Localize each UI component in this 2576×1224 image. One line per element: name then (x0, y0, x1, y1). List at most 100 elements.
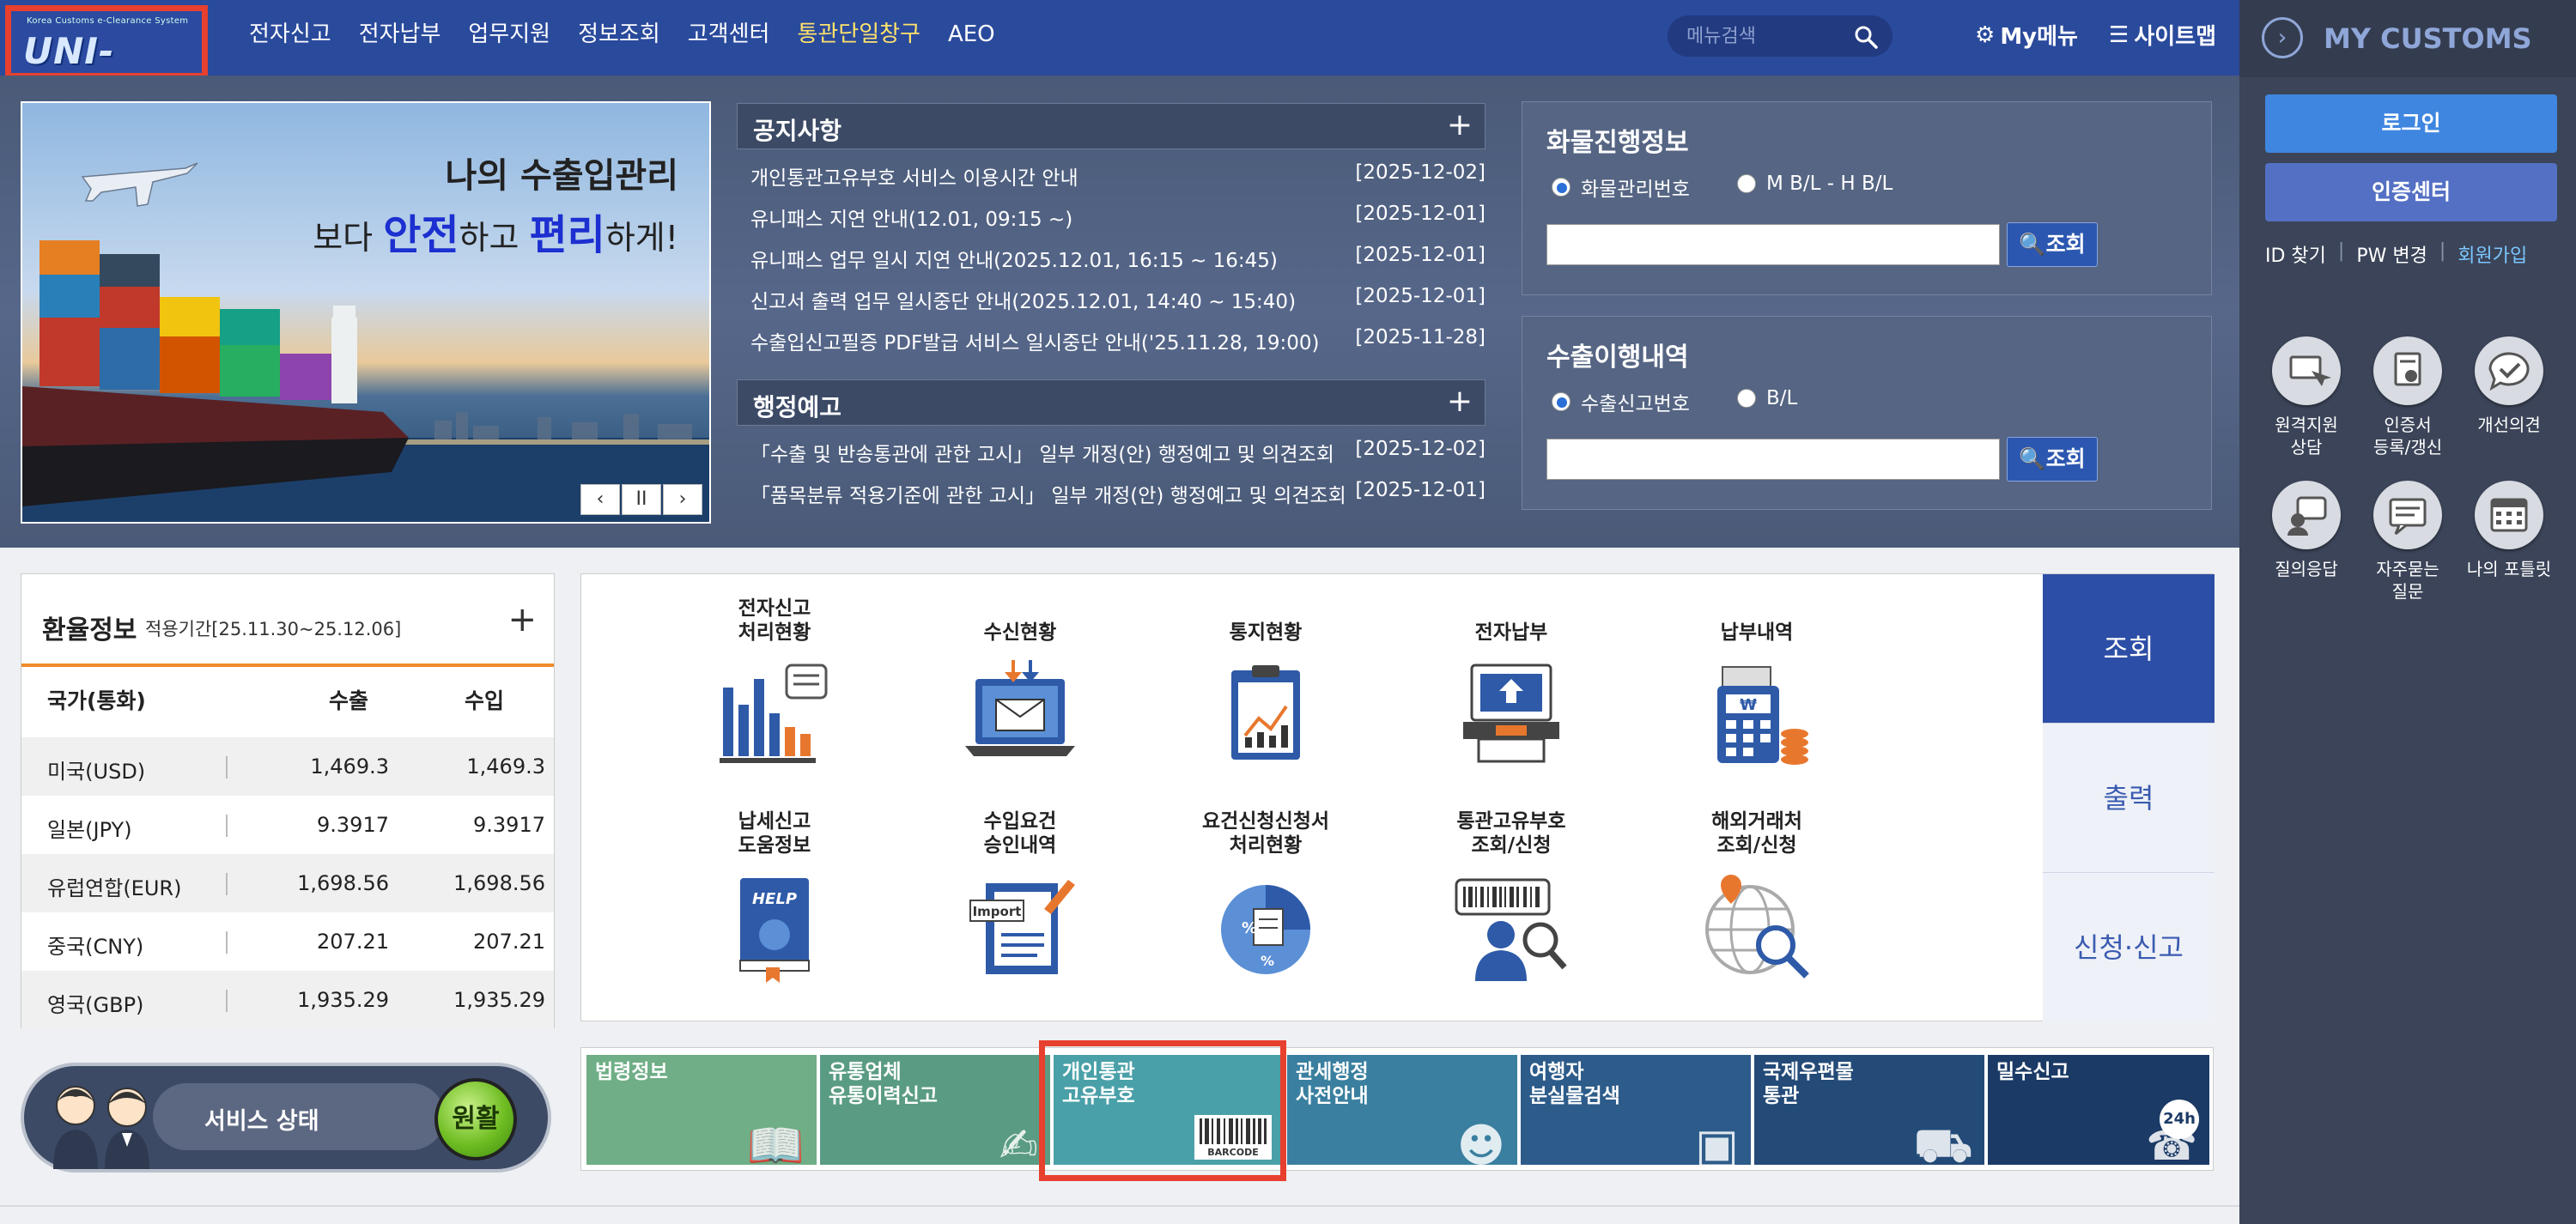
login-button[interactable]: 로그인 (2265, 94, 2557, 153)
tile-customs-guidance[interactable]: 관세행정 사전안내 ☻ (1287, 1055, 1517, 1169)
notice-item[interactable]: 유니패스 업무 일시 지연 안내(2025.12.01, 16:15 ~ 16:… (750, 244, 1485, 273)
nav-item-aeo[interactable]: AEO (948, 17, 995, 52)
tile-law-info[interactable]: 법령정보 📖 (586, 1055, 817, 1169)
notice-title: 공지사항 (753, 117, 842, 145)
service-tiles: 법령정보 📖 유통업체 유통이력신고 ✍ 개인통관 고유부호 BARCODE 관세행… (580, 1047, 2214, 1171)
quick-item-import-approval[interactable]: 수입요건 승인내역 Import (921, 806, 1119, 986)
notice-text[interactable]: 유니패스 업무 일시 지연 안내(2025.12.01, 16:15 ~ 16:… (750, 250, 1278, 272)
import-text: Import (973, 904, 1022, 919)
nav-item-e-declaration[interactable]: 전자신고 (249, 17, 331, 52)
qna-icon (2272, 481, 2341, 549)
tile-intl-mail[interactable]: 국제우편물 통관 ⛟ (1754, 1055, 1984, 1169)
tile-label: 밀수신고 (1996, 1061, 2069, 1083)
admin-notice-text[interactable]: 「품목분류 적용기준에 관한 고시」 일부 개정(안) 행정예고 및 의견조회 (750, 485, 1346, 507)
exchange-more-button[interactable]: + (507, 600, 537, 639)
cargo-tracking-box: 화물진행정보 화물관리번호 M B/L - H B/L 🔍조회 (1522, 101, 2212, 295)
export-radio-decl-no[interactable]: 수출신고번호 (1552, 387, 1690, 416)
link-divider: | (2439, 240, 2446, 262)
quick-item-payment-history[interactable]: 납부내역 ₩ (1658, 593, 1856, 773)
tile-smuggling-report[interactable]: 밀수신고 ☎ 24h (1988, 1055, 2209, 1166)
divider (226, 756, 228, 779)
export-radio-label: 수출신고번호 (1581, 393, 1690, 415)
faq-item[interactable]: 자주묻는 질문 (2356, 481, 2459, 603)
admin-notice-text[interactable]: 「수출 및 반송통관에 관한 고시」 일부 개정(안) 행정예고 및 의견조회 (750, 444, 1334, 466)
sitemap-button[interactable]: ☰ 사이트맵 (2109, 19, 2216, 51)
my-portlet-item[interactable]: 나의 포틀릿 (2458, 481, 2561, 580)
main-banner[interactable]: 나의 수출입관리 보다 안전하고 편리하게! ‹ II › (21, 101, 711, 524)
notice-text[interactable]: 개인통관고유부호 서비스 이용시간 안내 (750, 167, 1078, 190)
search-icon[interactable] (1853, 24, 1879, 50)
quick-item-label: 통관고유부호 조회/신청 (1456, 810, 1566, 857)
banner-headline: 나의 수출입관리 (445, 156, 678, 196)
quick-item-label: 수입요건 승인내역 (983, 810, 1057, 857)
feedback-item[interactable]: 개선의견 (2458, 336, 2561, 436)
quick-item-tax-guide[interactable]: 납세신고 도움정보 HELP (676, 806, 873, 986)
tab-inquiry[interactable]: 조회 (2043, 574, 2215, 724)
cert-center-button[interactable]: 인증센터 (2265, 163, 2557, 221)
service-status-label: 서비스 상태 (204, 1108, 319, 1135)
export-search-button[interactable]: 🔍조회 (2007, 437, 2098, 482)
my-menu-button[interactable]: ⚙ My메뉴 (1975, 19, 2078, 51)
notice-text[interactable]: 신고서 출력 업무 일시중단 안내(2025.12.01, 14:40 ~ 15… (750, 291, 1296, 313)
quick-item-received-status[interactable]: 수신현황 (921, 593, 1119, 773)
calculator-icon (2475, 481, 2543, 549)
notice-more-button[interactable]: + (1447, 107, 1473, 142)
join-link[interactable]: 회원가입 (2458, 240, 2527, 268)
find-id-link[interactable]: ID 찾기 (2265, 240, 2326, 268)
menu-search-input[interactable] (1686, 22, 1850, 50)
nav-item-e-payment[interactable]: 전자납부 (359, 17, 441, 52)
banner-next-button[interactable]: › (663, 484, 702, 515)
remote-support-item[interactable]: 원격지원 상담 (2255, 336, 2358, 458)
percent-text: % (1242, 919, 1257, 937)
quick-menu-panel: 전자신고 처리현황 수신현황 통지현황 전자납부 납부내역 ₩ 납세신고 도움정… (580, 573, 2215, 1022)
quick-item-label: 전자납부 (1474, 621, 1548, 644)
notice-item[interactable]: 개인통관고유부호 서비스 이용시간 안내 [2025-12-02] (750, 161, 1485, 191)
nav-item-business-support[interactable]: 업무지원 (468, 17, 550, 52)
quick-item-customs-code[interactable]: 통관고유부호 조회/신청 (1413, 806, 1610, 986)
help-text: HELP (752, 890, 797, 908)
tile-label: 관세행정 사전안내 (1296, 1061, 1369, 1107)
admin-notice-header: 행정예고 + (737, 379, 1485, 426)
quick-item-notice-status[interactable]: 통지현황 (1167, 593, 1364, 773)
tile-lost-item-search[interactable]: 여행자 분실물검색 ▣ (1521, 1055, 1751, 1169)
cargo-radio-bl[interactable]: M B/L - H B/L (1737, 173, 1893, 195)
quick-item-e-payment[interactable]: 전자납부 (1413, 593, 1610, 773)
nav-item-customer-center[interactable]: 고객센터 (688, 17, 770, 52)
notice-item[interactable]: 신고서 출력 업무 일시중단 안내(2025.12.01, 14:40 ~ 15… (750, 285, 1485, 314)
notice-text[interactable]: 수출입신고필증 PDF발급 서비스 일시중단 안내('25.11.28, 19:… (750, 332, 1320, 354)
quick-item-label: 수신현황 (983, 621, 1057, 644)
tab-print[interactable]: 출력 (2043, 724, 2215, 873)
tile-distribution-report[interactable]: 유통업체 유통이력신고 ✍ (820, 1055, 1050, 1169)
unipass-logo[interactable]: Korea Customs e-Clearance System UNI-PAS… (5, 5, 208, 114)
quick-item-requirement-status[interactable]: 요건신청신청서 처리현황 %% (1167, 806, 1364, 986)
quick-item-label: 전자신고 처리현황 (738, 597, 811, 644)
banner-pause-button[interactable]: II (622, 484, 661, 515)
tab-apply-declare[interactable]: 신청·신고 (2043, 873, 2215, 1022)
export-number-input[interactable] (1546, 439, 2000, 480)
nav-item-single-window[interactable]: 통관단일창구 (797, 17, 920, 52)
nav-item-info-search[interactable]: 정보조회 (578, 17, 660, 52)
export-rate-cell: 1,935.29 (297, 988, 389, 1012)
cert-register-item[interactable]: 인증서 등록/갱신 (2356, 336, 2459, 458)
cargo-number-input[interactable] (1546, 224, 2000, 265)
chevron-right-icon[interactable]: › (2262, 17, 2303, 58)
qna-item[interactable]: 질의응답 (2255, 481, 2358, 580)
cargo-radio-mgmt-no[interactable]: 화물관리번호 (1552, 173, 1690, 202)
cargo-search-button[interactable]: 🔍조회 (2007, 222, 2098, 267)
banner-prev-button[interactable]: ‹ (580, 484, 620, 515)
export-search-label: 조회 (2045, 446, 2086, 471)
notice-item[interactable]: 수출입신고필증 PDF발급 서비스 일시중단 안내('25.11.28, 19:… (750, 326, 1485, 355)
admin-notice-more-button[interactable]: + (1447, 384, 1473, 419)
notice-item[interactable]: 유니패스 지연 안내(12.01, 09:15 ~) [2025-12-01] (750, 203, 1485, 232)
export-radio-bl[interactable]: B/L (1737, 387, 1797, 409)
quick-item-declaration-status[interactable]: 전자신고 처리현황 (676, 593, 873, 773)
sitemap-label: 사이트맵 (2134, 24, 2216, 50)
banner-subheadline: 보다 안전하고 편리하게! (313, 201, 678, 261)
admin-notice-item[interactable]: 「품목분류 적용기준에 관한 고시」 일부 개정(안) 행정예고 및 의견조회 [… (750, 479, 1485, 508)
logo-subtitle: Korea Customs e-Clearance System (27, 16, 189, 26)
import-rate-cell: 9.3917 (473, 813, 545, 837)
notice-text[interactable]: 유니패스 지연 안내(12.01, 09:15 ~) (750, 209, 1072, 231)
quick-item-overseas-partner[interactable]: 해외거래처 조회/신청 (1658, 806, 1856, 986)
pw-change-link[interactable]: PW 변경 (2356, 240, 2427, 268)
admin-notice-item[interactable]: 「수출 및 반송통관에 관한 고시」 일부 개정(안) 행정예고 및 의견조회 [… (750, 438, 1485, 467)
